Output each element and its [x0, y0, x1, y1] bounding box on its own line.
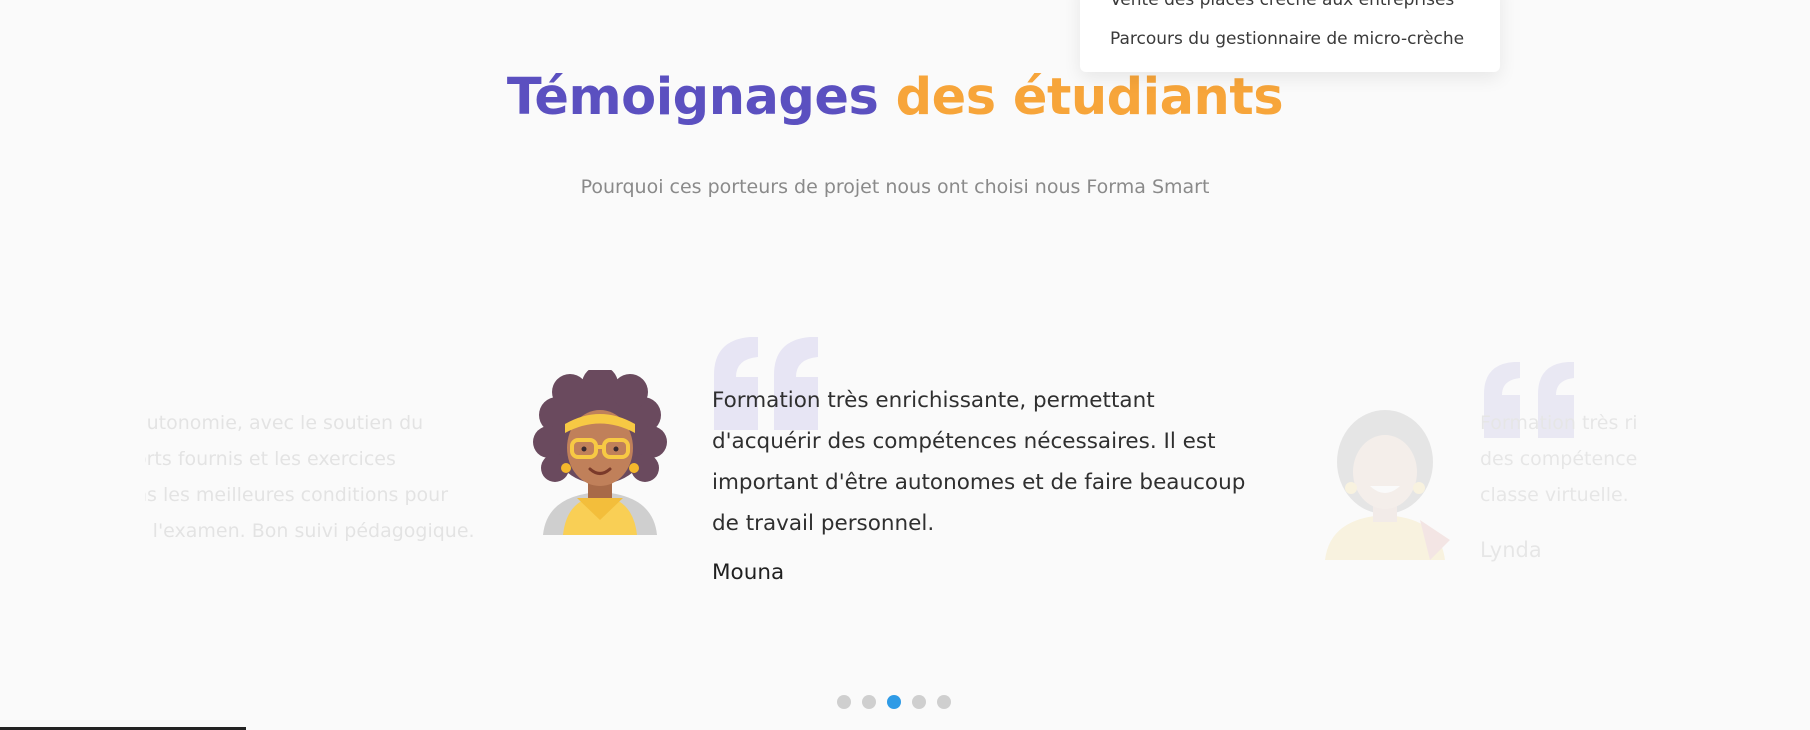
testimonial-slide-active: Formation très enrichissante, permettant… — [525, 330, 1285, 610]
carousel-dot-5[interactable] — [937, 695, 951, 709]
testimonial-line: classe virtuelle. — [1480, 484, 1629, 506]
testimonial-line: ns les meilleures conditions pour — [145, 484, 448, 506]
carousel-pagination — [837, 695, 951, 709]
testimonial-line: de travail personnel. — [712, 511, 935, 536]
testimonial-author-next: Lynda — [1480, 538, 1542, 562]
testimonial-line: important d'être autonomes et de faire b… — [712, 470, 1246, 495]
testimonial-line: orts fournis et les exercices — [145, 448, 396, 470]
nav-dropdown-menu: Vente des places crèche aux entreprises … — [1080, 0, 1500, 72]
avatar-woman-glasses — [525, 366, 675, 535]
section-title: Témoignages des étudiants — [0, 68, 1790, 127]
testimonial-slide-previous[interactable]: autonomie, avec le soutien du orts fourn… — [145, 405, 495, 555]
testimonial-line: à l'examen. Bon suivi pédagogique. — [145, 520, 475, 542]
testimonial-line: autonomie, avec le soutien du — [145, 412, 424, 434]
testimonials-page: Vente des places crèche aux entreprises … — [0, 0, 1810, 730]
avatar-woman-earrings — [1310, 400, 1460, 560]
testimonial-author: Mouna — [712, 560, 785, 585]
testimonial-line: Formation très enrichissante, permettant — [712, 388, 1155, 413]
carousel-dot-3[interactable] — [887, 695, 901, 709]
testimonial-text-previous: autonomie, avec le soutien du orts fourn… — [145, 405, 495, 549]
carousel-dot-1[interactable] — [837, 695, 851, 709]
testimonial-slide-next[interactable]: Formation très ri des compétence classe … — [1300, 360, 1645, 580]
carousel-dot-2[interactable] — [862, 695, 876, 709]
testimonial-line: Formation très ri — [1480, 412, 1638, 434]
section-subtitle: Pourquoi ces porteurs de projet nous ont… — [580, 176, 1210, 198]
carousel-dot-4[interactable] — [912, 695, 926, 709]
dropdown-item-vente-places[interactable]: Vente des places crèche aux entreprises — [1110, 0, 1454, 10]
testimonial-text-next: Formation très ri des compétence classe … — [1480, 405, 1638, 513]
section-title-primary: Témoignages — [506, 68, 879, 127]
testimonial-text: Formation très enrichissante, permettant… — [712, 380, 1292, 544]
testimonial-line: d'acquérir des compétences nécessaires. … — [712, 429, 1216, 454]
section-title-accent: des étudiants — [895, 68, 1284, 127]
testimonial-line: des compétence — [1480, 448, 1638, 470]
dropdown-item-parcours-gestionnaire[interactable]: Parcours du gestionnaire de micro-crèche — [1110, 29, 1464, 49]
